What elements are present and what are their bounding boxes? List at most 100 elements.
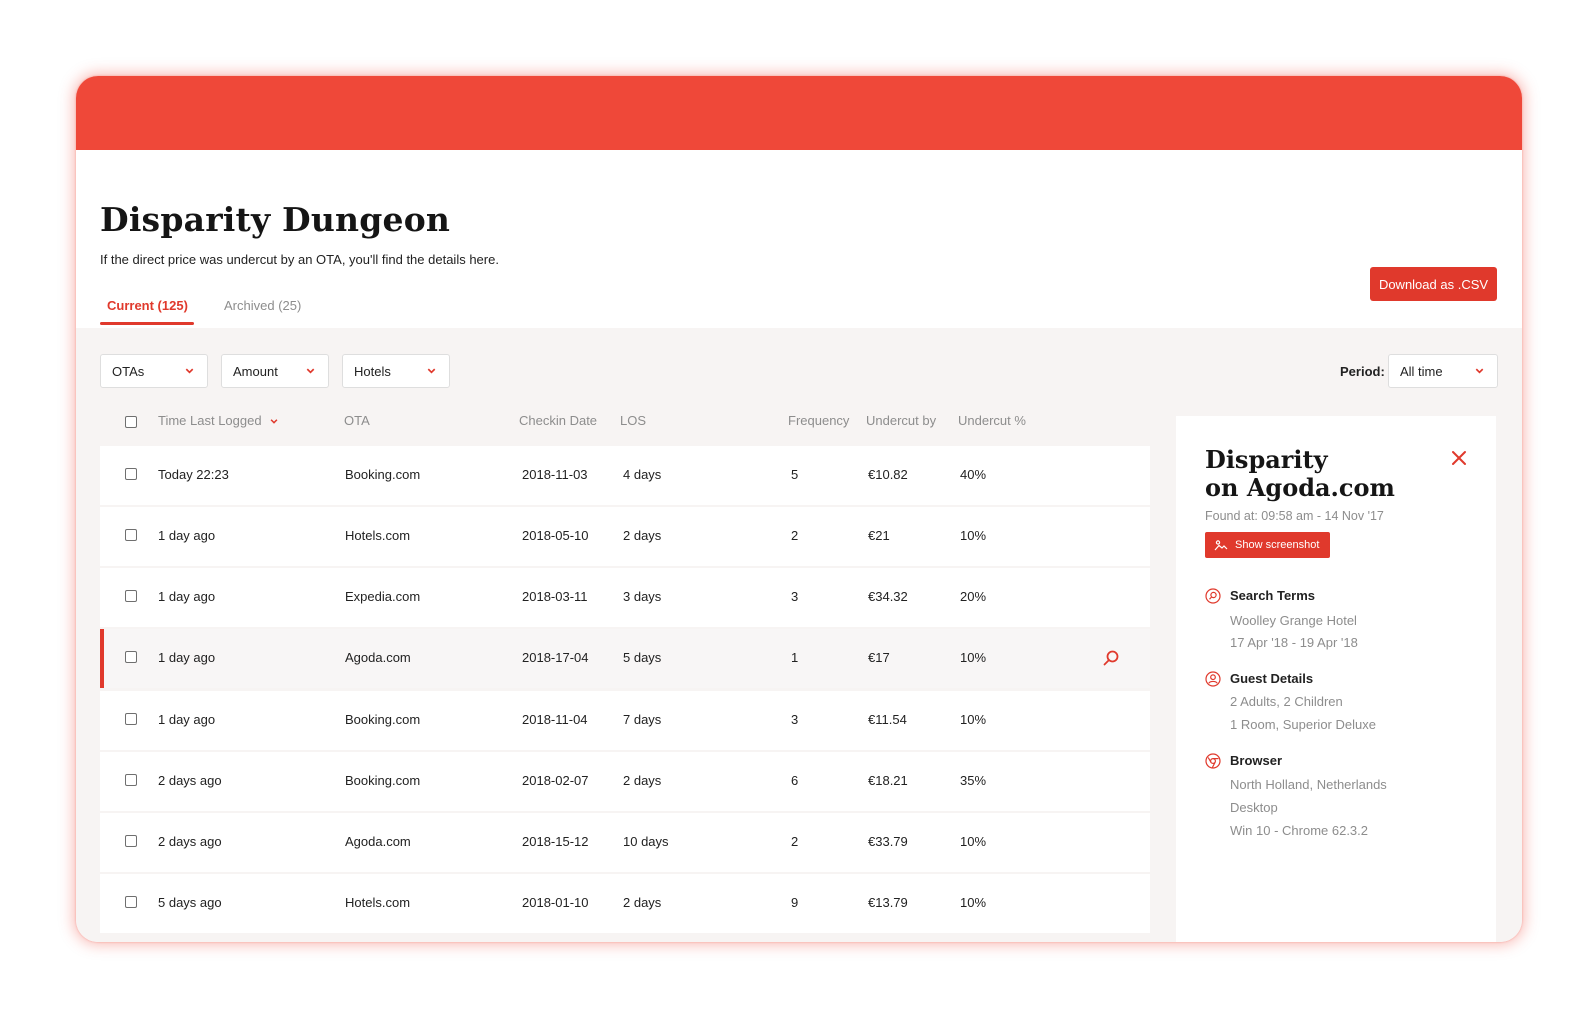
time-cell: 2 days ago xyxy=(158,834,222,849)
table-row[interactable]: 1 day ago Booking.com 2018-11-04 7 days … xyxy=(100,691,1150,750)
active-tab-indicator xyxy=(100,322,194,325)
found-at-text: Found at: 09:58 am - 14 Nov '17 xyxy=(1205,509,1384,523)
tab-current[interactable]: Current (125) xyxy=(107,298,188,313)
search-terms-icon xyxy=(1205,588,1221,604)
search-icon[interactable] xyxy=(1102,649,1120,667)
row-checkbox[interactable] xyxy=(125,774,137,786)
undercut-by-cell: €21 xyxy=(868,528,890,543)
period-value: All time xyxy=(1400,363,1443,379)
page-subtitle: If the direct price was undercut by an O… xyxy=(100,252,499,267)
period-label: Period: xyxy=(1340,364,1385,379)
row-checkbox[interactable] xyxy=(125,835,137,847)
amount-filter-dropdown[interactable]: Amount xyxy=(221,354,329,388)
frequency-column-header: Frequency xyxy=(788,413,850,428)
los-cell: 4 days xyxy=(623,467,662,482)
selected-row-indicator xyxy=(100,629,104,688)
row-checkbox[interactable] xyxy=(125,529,137,541)
table-row[interactable]: Today 22:23 Booking.com 2018-11-03 4 day… xyxy=(100,446,1150,505)
browser-icon xyxy=(1205,753,1221,769)
image-icon xyxy=(1214,540,1228,551)
browser-line: Win 10 - Chrome 62.3.2 xyxy=(1230,823,1369,838)
tab-archived[interactable]: Archived (25) xyxy=(224,298,301,313)
search-terms-line: Woolley Grange Hotel xyxy=(1230,613,1357,628)
undercut-pct-cell: 40% xyxy=(960,467,987,482)
los-cell: 3 days xyxy=(623,589,662,604)
detail-title-line2: on Agoda.com xyxy=(1205,473,1395,502)
chevron-down-icon xyxy=(427,368,436,374)
ota-column-header: OTA xyxy=(344,413,370,428)
ota-cell: Hotels.com xyxy=(345,528,411,543)
row-checkbox[interactable] xyxy=(125,896,137,908)
time-cell: 1 day ago xyxy=(158,650,216,665)
hotels-filter-label: Hotels xyxy=(354,363,391,379)
checkin-cell: 2018-15-12 xyxy=(522,834,589,849)
row-checkbox[interactable] xyxy=(125,651,137,663)
frequency-cell: 2 xyxy=(791,528,799,543)
sort-time-header[interactable]: Time Last Logged xyxy=(158,413,279,428)
otas-filter-label: OTAs xyxy=(112,363,145,379)
table-header: Time Last Logged OTA Checkin Date LOS Fr… xyxy=(100,413,1150,433)
los-cell: 2 days xyxy=(623,773,662,788)
undercut-pct-column-header: Undercut % xyxy=(958,413,1026,428)
chevron-down-icon xyxy=(1475,368,1484,374)
chevron-down-icon xyxy=(185,368,194,374)
table-row[interactable]: 1 day ago Hotels.com 2018-05-10 2 days 2… xyxy=(100,507,1150,566)
undercut-pct-cell: 10% xyxy=(960,650,987,665)
table-row-selected[interactable]: 1 day ago Agoda.com 2018-17-04 5 days 1 … xyxy=(100,629,1150,688)
checkin-cell: 2018-17-04 xyxy=(522,650,589,665)
detail-title: Disparity on Agoda.com xyxy=(1205,446,1395,502)
los-column-header: LOS xyxy=(620,413,647,428)
ota-cell: Booking.com xyxy=(345,773,421,788)
undercut-by-cell: €13.79 xyxy=(868,895,908,910)
checkin-cell: 2018-03-11 xyxy=(522,589,588,604)
frequency-cell: 6 xyxy=(791,773,799,788)
checkin-cell: 2018-11-04 xyxy=(522,712,588,727)
browser-title: Browser xyxy=(1230,753,1283,768)
ota-cell: Booking.com xyxy=(345,467,421,482)
otas-filter-dropdown[interactable]: OTAs xyxy=(100,354,208,388)
ota-cell: Agoda.com xyxy=(345,834,411,849)
chevron-down-icon xyxy=(306,368,315,374)
page-title: Disparity Dungeon xyxy=(100,200,451,239)
undercut-by-cell: €10.82 xyxy=(868,467,908,482)
frequency-cell: 5 xyxy=(791,467,799,482)
close-icon[interactable] xyxy=(1451,450,1467,466)
ota-cell: Booking.com xyxy=(345,712,421,727)
ota-cell: Hotels.com xyxy=(345,895,411,910)
ota-cell: Expedia.com xyxy=(345,589,421,604)
user-icon xyxy=(1205,671,1221,687)
undercut-by-column-header: Undercut by xyxy=(866,413,937,428)
search-terms-title: Search Terms xyxy=(1230,588,1316,603)
table-row[interactable]: 1 day ago Expedia.com 2018-03-11 3 days … xyxy=(100,568,1150,627)
browser-line: North Holland, Netherlands xyxy=(1230,777,1387,792)
time-cell: 5 days ago xyxy=(158,895,222,910)
guest-details-title: Guest Details xyxy=(1230,671,1314,686)
los-cell: 2 days xyxy=(623,528,662,543)
row-checkbox[interactable] xyxy=(125,713,137,725)
undercut-pct-cell: 10% xyxy=(960,834,987,849)
table-row[interactable]: 5 days ago Hotels.com 2018-01-10 2 days … xyxy=(100,874,1150,933)
undercut-by-cell: €33.79 xyxy=(868,834,908,849)
checkin-cell: 2018-01-10 xyxy=(522,895,589,910)
time-cell: 1 day ago xyxy=(158,528,216,543)
guest-details-line: 2 Adults, 2 Children xyxy=(1230,694,1343,709)
table-row[interactable]: 2 days ago Agoda.com 2018-15-12 10 days … xyxy=(100,813,1150,872)
amount-filter-label: Amount xyxy=(233,363,278,379)
los-cell: 10 days xyxy=(623,834,669,849)
download-csv-button[interactable]: Download as .CSV xyxy=(1370,267,1497,301)
select-all-checkbox[interactable] xyxy=(125,416,137,428)
undercut-by-cell: €34.32 xyxy=(868,589,908,604)
undercut-pct-cell: 10% xyxy=(960,528,987,543)
table-row[interactable]: 2 days ago Booking.com 2018-02-07 2 days… xyxy=(100,752,1150,811)
frequency-cell: 3 xyxy=(791,589,799,604)
row-checkbox[interactable] xyxy=(125,468,137,480)
undercut-by-cell: €18.21 xyxy=(868,773,908,788)
show-screenshot-button[interactable]: Show screenshot xyxy=(1205,532,1330,558)
row-checkbox[interactable] xyxy=(125,590,137,602)
hotels-filter-dropdown[interactable]: Hotels xyxy=(342,354,450,388)
los-cell: 5 days xyxy=(623,650,662,665)
browser-line: Desktop xyxy=(1230,800,1278,815)
period-dropdown[interactable]: All time xyxy=(1388,354,1498,388)
time-cell: Today 22:23 xyxy=(158,467,229,482)
search-terms-line: 17 Apr '18 - 19 Apr '18 xyxy=(1230,635,1358,650)
